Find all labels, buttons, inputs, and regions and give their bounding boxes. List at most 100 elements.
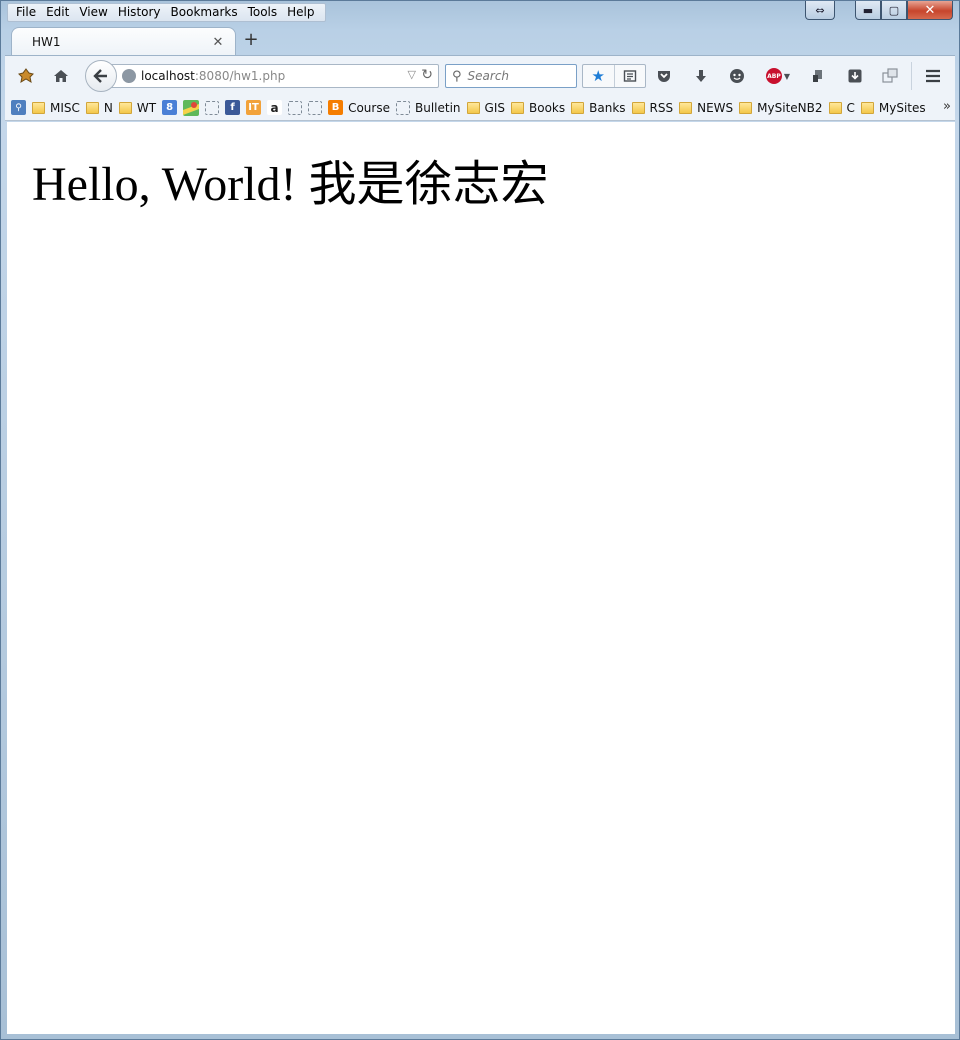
page-content: Hello, World! 我是徐志宏 xyxy=(7,122,955,1034)
back-button[interactable] xyxy=(85,60,117,92)
bookmark-label: NEWS xyxy=(697,100,734,115)
search-icon: ⚲ xyxy=(452,68,462,84)
bookmark-label: MySiteNB2 xyxy=(757,100,823,115)
folder-icon xyxy=(571,101,585,114)
home-icon[interactable] xyxy=(50,65,72,87)
bookmark-placeholder[interactable] xyxy=(308,100,323,115)
menu-history[interactable]: History xyxy=(114,4,167,21)
amazon-icon: a xyxy=(267,100,283,115)
maximize-button[interactable]: ▢ xyxy=(881,1,907,20)
bookmark-folder-news[interactable]: NEWS xyxy=(679,101,733,115)
bookmark-folder-c[interactable]: C xyxy=(828,100,855,115)
download-icon[interactable] xyxy=(690,65,712,87)
globe-icon xyxy=(122,69,136,83)
menu-bar: File Edit View History Bookmarks Tools H… xyxy=(7,3,326,22)
bookmark-folder-misc[interactable]: MISC xyxy=(32,101,80,115)
bookmark-folder-books[interactable]: Books xyxy=(511,101,565,115)
bookmark-it[interactable]: IT xyxy=(246,100,262,115)
bookmark-folder-rss[interactable]: RSS xyxy=(631,101,673,115)
menu-view[interactable]: View xyxy=(75,4,113,21)
bookmark-maps[interactable] xyxy=(183,99,200,116)
bookmark-label: WT xyxy=(136,100,157,115)
search-bar[interactable]: ⚲ Search xyxy=(445,64,577,88)
bookmark-folder-banks[interactable]: Banks xyxy=(571,100,626,115)
folder-icon xyxy=(32,101,45,114)
adblock-icon[interactable]: ABP ▼ xyxy=(763,65,793,87)
bookmark-search-page[interactable]: ⚲ xyxy=(11,100,26,115)
folder-icon xyxy=(860,101,874,114)
bookmark-course[interactable]: B Course xyxy=(328,100,390,115)
menu-tools[interactable]: Tools xyxy=(244,4,284,21)
bookmark-label: Bulletin xyxy=(414,100,461,115)
sync-icon[interactable] xyxy=(879,65,901,87)
chevron-down-icon: ▼ xyxy=(783,71,791,81)
bookmark-folder-mysitenb2[interactable]: MySiteNB2 xyxy=(739,100,823,115)
folder-icon xyxy=(118,101,132,114)
placeholder-icon xyxy=(395,100,410,115)
menu-help[interactable]: Help xyxy=(283,4,320,21)
folder-icon xyxy=(739,101,753,114)
extension-icon[interactable] xyxy=(807,65,829,87)
page-headline: Hello, World! 我是徐志宏 xyxy=(32,158,549,211)
menu-edit[interactable]: Edit xyxy=(42,4,75,21)
restore-size-button[interactable]: ⇔ xyxy=(805,1,835,20)
blogger-icon: B xyxy=(328,100,344,115)
bookmark-google[interactable]: 8 xyxy=(162,100,178,115)
placeholder-icon xyxy=(308,100,323,115)
tab-title: HW1 xyxy=(32,35,61,49)
menu-bookmarks[interactable]: Bookmarks xyxy=(167,4,244,21)
bookmark-placeholder[interactable] xyxy=(205,100,220,115)
search-input[interactable]: Search xyxy=(468,69,510,83)
reload-icon[interactable]: ↻ xyxy=(421,67,433,83)
history-dropdown-icon[interactable]: ▽ xyxy=(408,68,416,81)
bookmarks-toolbar: ⚲ MISC N WT 8 f IT a B Course Bulletin G… xyxy=(5,95,955,121)
new-tab-button[interactable]: + xyxy=(241,31,261,51)
bookmarks-overflow-button[interactable]: » xyxy=(943,99,951,114)
folder-icon xyxy=(85,101,99,114)
reading-list-icon[interactable] xyxy=(615,65,646,87)
chat-icon[interactable] xyxy=(726,65,748,87)
navigation-toolbar: localhost :8080/hw1.php ▽ ↻ ⚲ Search ★ A… xyxy=(5,55,955,95)
bookmark-placeholder[interactable] xyxy=(288,100,303,115)
folder-icon xyxy=(631,101,645,114)
bookmark-label: Course xyxy=(348,100,390,115)
folder-icon xyxy=(828,101,842,114)
bookmark-label: MySites xyxy=(878,100,926,115)
bookmark-label: Banks xyxy=(589,100,626,115)
bookmark-folder-wt[interactable]: WT xyxy=(118,100,157,115)
toolbar-separator xyxy=(911,62,912,90)
window-button-group: ▬ ▢ ✕ xyxy=(855,1,953,20)
bookmark-folder-gis[interactable]: GIS xyxy=(466,100,505,115)
bookmark-amazon[interactable]: a xyxy=(267,100,283,115)
it-icon: IT xyxy=(246,100,262,115)
bookmark-label: Books xyxy=(529,100,566,115)
browser-window: File Edit View History Bookmarks Tools H… xyxy=(0,0,960,1040)
url-host: localhost xyxy=(141,69,195,83)
folder-icon xyxy=(679,101,693,114)
bookmark-facebook[interactable]: f xyxy=(225,100,241,115)
folder-icon xyxy=(466,101,480,114)
pocket-icon[interactable] xyxy=(653,65,675,87)
bookmark-folder-n[interactable]: N xyxy=(85,100,113,115)
close-window-button[interactable]: ✕ xyxy=(907,1,953,20)
menu-icon[interactable] xyxy=(922,65,944,87)
minimize-button[interactable]: ▬ xyxy=(855,1,881,20)
bookmark-label: GIS xyxy=(484,100,505,115)
bookmark-label: N xyxy=(103,100,113,115)
tab-close-icon[interactable]: ✕ xyxy=(211,35,225,50)
google-icon: 8 xyxy=(162,100,178,115)
bookmark-bulletin[interactable]: Bulletin xyxy=(395,100,461,115)
menu-file[interactable]: File xyxy=(12,4,42,21)
extension-icon[interactable] xyxy=(15,65,37,87)
download-box-icon[interactable] xyxy=(844,65,866,87)
placeholder-icon xyxy=(288,100,303,115)
bookmark-star-icon[interactable]: ★ xyxy=(583,65,615,87)
bookmark-label: C xyxy=(846,100,855,115)
abp-badge-icon: ABP xyxy=(765,68,782,84)
tab-hw1[interactable]: HW1 ✕ xyxy=(11,27,236,56)
url-bar[interactable]: localhost :8080/hw1.php ▽ ↻ xyxy=(109,64,439,88)
back-arrow-icon xyxy=(93,69,107,83)
bookmark-folder-mysites[interactable]: MySites xyxy=(860,100,926,115)
maps-icon xyxy=(183,99,200,116)
bookmark-label: MISC xyxy=(50,100,80,115)
